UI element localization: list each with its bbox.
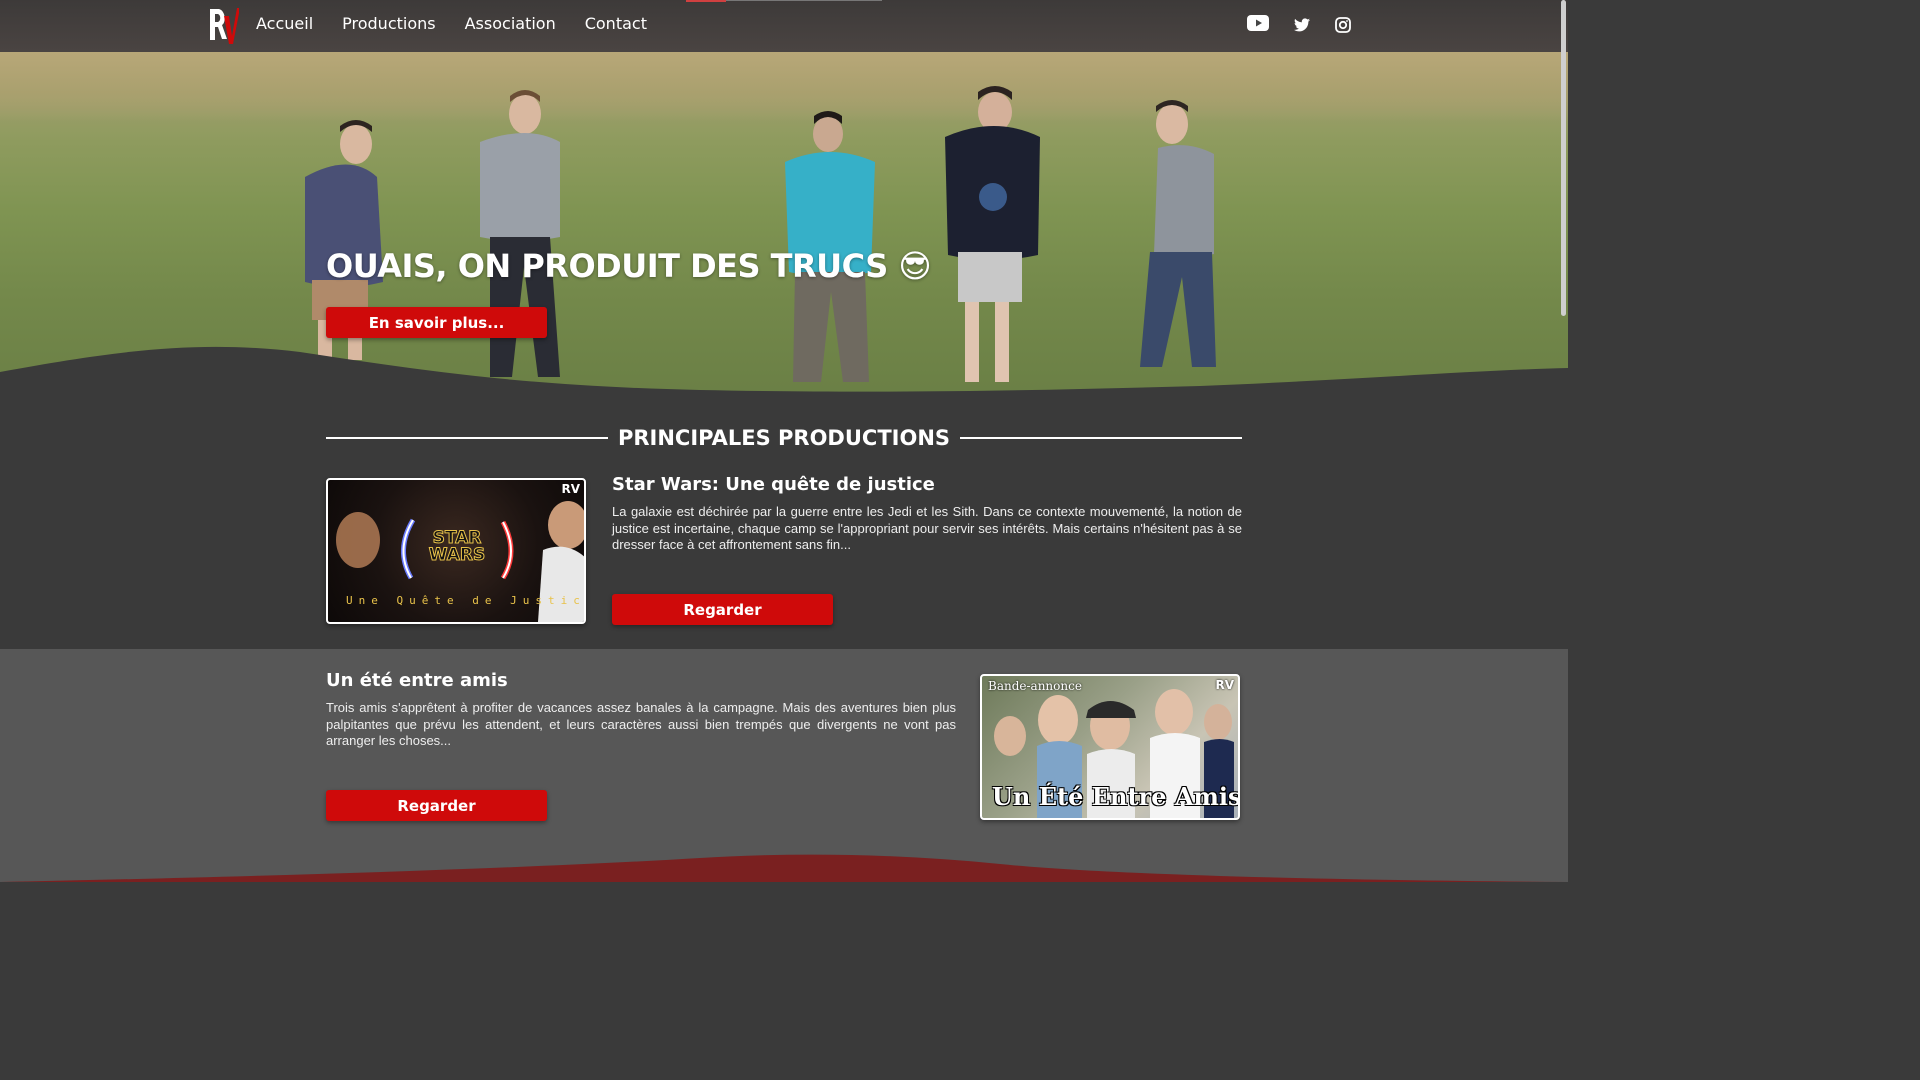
learn-more-button[interactable]: En savoir plus... bbox=[326, 307, 547, 338]
starwars-thumb-badge: RV bbox=[561, 482, 580, 496]
nav-link-association[interactable]: Association bbox=[465, 14, 556, 33]
starwars-thumbnail[interactable]: STAR WARS Une Quête de Justice RV bbox=[326, 478, 586, 624]
rv-logo[interactable] bbox=[207, 6, 239, 46]
section-header-line-left bbox=[326, 437, 608, 439]
watch-ete-entre-amis-button[interactable]: Regarder bbox=[326, 790, 547, 821]
top-navbar: Accueil Productions Association Contact bbox=[0, 0, 1568, 52]
nav-link-productions[interactable]: Productions bbox=[342, 14, 435, 33]
ete-entre-amis-thumb-badge: RV bbox=[1215, 678, 1234, 692]
instagram-icon[interactable] bbox=[1335, 17, 1351, 33]
starwars-logo: STAR WARS bbox=[428, 528, 486, 565]
production-title-ete-entre-amis[interactable]: Un été entre amis bbox=[326, 670, 508, 691]
ete-entre-amis-thumb-label: Bande-annonce bbox=[988, 679, 1082, 693]
nav-divider bbox=[726, 0, 882, 1]
youtube-icon[interactable] bbox=[1247, 15, 1269, 31]
nav-link-accueil[interactable]: Accueil bbox=[256, 14, 313, 33]
ete-entre-amis-thumbnail[interactable]: Bande-annonce Un Été Entre Amis RV bbox=[980, 674, 1240, 820]
production-description-starwars: La galaxie est déchirée par la guerre en… bbox=[612, 504, 1242, 552]
starwars-subtitle: Une Quête de Justice bbox=[346, 594, 586, 607]
hero-wave-divider bbox=[0, 346, 1568, 410]
production-title-starwars[interactable]: Star Wars: Une quête de justice bbox=[612, 474, 935, 495]
twitter-icon[interactable] bbox=[1294, 18, 1310, 32]
nav-link-contact[interactable]: Contact bbox=[585, 14, 647, 33]
production-band-2 bbox=[0, 649, 1568, 882]
nav-active-indicator bbox=[686, 0, 726, 2]
nav-links: Accueil Productions Association Contact bbox=[256, 14, 647, 33]
hero-title: OUAIS, ON PRODUIT DES TRUCS 😎 bbox=[326, 247, 932, 285]
ete-entre-amis-thumb-title: Un Été Entre Amis bbox=[992, 782, 1240, 811]
footer-wave-divider bbox=[0, 854, 1568, 882]
page-scrollbar[interactable] bbox=[1561, 0, 1566, 316]
production-description-ete-entre-amis: Trois amis s'apprêtent à profiter de vac… bbox=[326, 700, 956, 748]
section-header-line-right bbox=[960, 437, 1242, 439]
watch-starwars-button[interactable]: Regarder bbox=[612, 594, 833, 625]
section-title: PRINCIPALES PRODUCTIONS bbox=[617, 426, 951, 450]
section-header: PRINCIPALES PRODUCTIONS bbox=[326, 424, 1242, 452]
